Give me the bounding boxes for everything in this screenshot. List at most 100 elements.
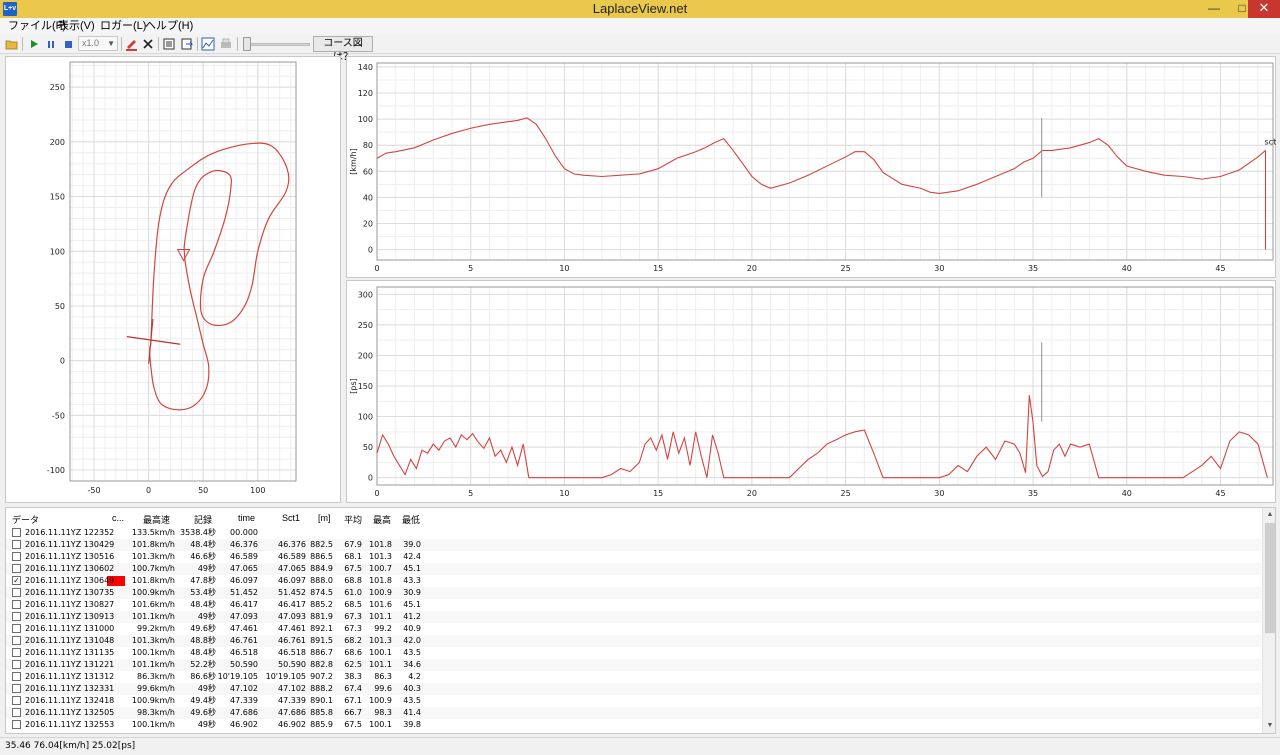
cell-meters: 888.0	[310, 576, 333, 585]
col-time[interactable]: time	[238, 513, 255, 523]
cell-min: 40.9	[403, 624, 421, 633]
row-checkbox[interactable]	[12, 588, 21, 597]
cell-avg: 67.5	[344, 564, 362, 573]
pause-icon[interactable]	[44, 37, 58, 51]
course-map-chart[interactable]: -50 0 50 100 -100 -50 0 50 100 150 200 250	[6, 57, 342, 504]
delete-icon[interactable]	[141, 37, 155, 51]
seek-slider-track[interactable]	[248, 43, 310, 46]
power-chart[interactable]: 0 5 10 15 20 25 30 35 40 45 0 50 100 150 200 250 300 [ps]	[347, 281, 1277, 504]
cell-record: 52.2秒	[190, 660, 216, 669]
table-row[interactable]: 2016.11.11YZ 132418 100.9km/h 49.4秒 47.339 4…	[6, 695, 1261, 707]
row-checkbox[interactable]: ✓	[12, 576, 21, 585]
row-checkbox[interactable]	[12, 720, 21, 729]
y-tick-label: 150	[50, 193, 65, 202]
cell-time: 47.461	[230, 624, 258, 633]
cell-avg: 67.4	[344, 684, 362, 693]
table-row[interactable]: 2016.11.11YZ 130735 100.9km/h 53.4秒 51.452 5…	[6, 587, 1261, 599]
table-row[interactable]: 2016.11.11YZ 122352 133.5km/h 3538.4秒 00.00…	[6, 527, 1261, 539]
table-row[interactable]: 2016.11.11YZ 132553 100.1km/h 49秒 46.902 46.…	[6, 719, 1261, 731]
row-checkbox[interactable]	[12, 684, 21, 693]
row-checkbox[interactable]	[12, 708, 21, 717]
x-tick-label: 0	[374, 489, 379, 498]
col-sct1[interactable]: Sct1	[282, 513, 300, 523]
course-button[interactable]: コース図は？	[313, 36, 373, 63]
course-map-panel[interactable]: -50 0 50 100 -100 -50 0 50 100 150 200 250	[5, 56, 341, 503]
cell-avg: 67.9	[344, 540, 362, 549]
power-chart-panel[interactable]: 0 5 10 15 20 25 30 35 40 45 0 50 100 150 200 250 300 [ps]	[346, 280, 1276, 503]
table-row[interactable]: 2016.11.11YZ 131135 100.1km/h 48.4秒 46.518 4…	[6, 647, 1261, 659]
y-tick-label: -50	[52, 411, 65, 420]
print-icon[interactable]	[219, 37, 233, 51]
menu-help[interactable]: ヘルプ(H)	[145, 19, 193, 33]
export-icon[interactable]	[180, 37, 194, 51]
table-row[interactable]: 2016.11.11YZ 131000 99.2km/h 49.6秒 47.461 47…	[6, 623, 1261, 635]
open-folder-icon[interactable]	[5, 37, 19, 51]
scrollbar-thumb[interactable]	[1265, 523, 1275, 633]
table-row[interactable]: 2016.11.11YZ 130602 100.7km/h 49秒 47.065 47.…	[6, 563, 1261, 575]
table-row[interactable]: 2016.11.11YZ 130913 101.1km/h 49秒 47.093 47.…	[6, 611, 1261, 623]
y-axis-label: [ps]	[349, 378, 358, 394]
menu-view[interactable]: 表示(V)	[58, 19, 95, 33]
row-checkbox[interactable]	[12, 552, 21, 561]
col-avg[interactable]: 平均	[344, 513, 362, 526]
cell-top-speed: 100.9km/h	[131, 696, 175, 705]
table-row[interactable]: 2016.11.11YZ 130827 101.6km/h 48.4秒 46.417 4…	[6, 599, 1261, 611]
cell-time: 47.065	[230, 564, 258, 573]
table-row[interactable]: 2016.11.11YZ 130516 101.3km/h 46.6秒 46.589 4…	[6, 551, 1261, 563]
play-icon[interactable]	[27, 37, 41, 51]
row-checkbox[interactable]	[12, 624, 21, 633]
table-row[interactable]: 2016.11.11YZ 131221 101.1km/h 52.2秒 50.590 5…	[6, 659, 1261, 671]
row-checkbox[interactable]	[12, 540, 21, 549]
row-checkbox[interactable]	[12, 660, 21, 669]
cell-top-speed: 101.3km/h	[131, 636, 175, 645]
scroll-up-icon[interactable]: ▲	[1263, 508, 1275, 522]
table-row[interactable]: 2016.11.11YZ 130429 101.8km/h 48.4秒 46.376 4…	[6, 539, 1261, 551]
cell-top-speed: 100.1km/h	[131, 648, 175, 657]
row-checkbox[interactable]	[12, 600, 21, 609]
col-color[interactable]: c...	[112, 513, 124, 523]
speed-select[interactable]: x1.0 ▼	[78, 36, 118, 51]
row-checkbox[interactable]	[12, 612, 21, 621]
seek-slider-thumb[interactable]	[243, 37, 251, 51]
cell-name: 2016.11.11YZ 130913	[25, 612, 115, 621]
cell-time: 50.590	[230, 660, 258, 669]
row-checkbox[interactable]	[12, 564, 21, 573]
menu-logger[interactable]: ロガー(L)	[100, 19, 146, 33]
pen-icon[interactable]	[124, 37, 138, 51]
title-bar[interactable]: L+v LaplaceView.net — □ ✕	[0, 0, 1280, 18]
table-row[interactable]: 2016.11.11YZ 132505 98.3km/h 49.6秒 47.686 47…	[6, 707, 1261, 719]
speed-chart-panel[interactable]: 0 5 10 15 20 25 30 35 40 45 0 20 40 60 80 100 120 140 [km/…	[346, 56, 1277, 279]
table-row[interactable]: 2016.11.11YZ 131048 101.3km/h 48.8秒 46.761 4…	[6, 635, 1261, 647]
col-min[interactable]: 最低	[402, 513, 420, 526]
x-tick-label: 45	[1215, 264, 1225, 273]
cell-top-speed: 100.9km/h	[131, 588, 175, 597]
table-row[interactable]: ✓ 2016.11.11YZ 130649 101.8km/h 47.8秒 46.097…	[6, 575, 1261, 587]
table-row[interactable]: 2016.11.11YZ 131312 86.3km/h 86.6秒 10'19.10…	[6, 671, 1261, 683]
speed-chart[interactable]: 0 5 10 15 20 25 30 35 40 45 0 20 40 60 80 100 120 140 [km/…	[347, 57, 1277, 279]
col-meters[interactable]: [m]	[318, 513, 331, 523]
cell-avg: 62.5	[344, 660, 362, 669]
row-checkbox[interactable]	[12, 528, 21, 537]
col-record[interactable]: 記録	[194, 513, 212, 526]
scroll-down-icon[interactable]: ▼	[1263, 719, 1275, 733]
y-tick-label: 20	[363, 219, 373, 228]
col-max[interactable]: 最高	[373, 513, 391, 526]
cell-time: 47.339	[230, 696, 258, 705]
minimize-button[interactable]: —	[1200, 0, 1228, 18]
row-checkbox[interactable]	[12, 672, 21, 681]
cell-time: 47.686	[230, 708, 258, 717]
table-row[interactable]: 2016.11.11YZ 132331 99.6km/h 49秒 47.102 47.1…	[6, 683, 1261, 695]
col-top-speed[interactable]: 最高速	[143, 513, 170, 526]
row-checkbox[interactable]	[12, 648, 21, 657]
close-button[interactable]: ✕	[1248, 0, 1280, 18]
x-tick-label: 40	[1122, 264, 1132, 273]
table-header: データ c... 最高速 記録 time Sct1 [m] 平均 最高 最低	[6, 508, 1261, 528]
row-checkbox[interactable]	[12, 636, 21, 645]
table-scrollbar[interactable]: ▲ ▼	[1262, 508, 1275, 733]
cell-name: 2016.11.11YZ 130735	[25, 588, 115, 597]
chart-icon[interactable]	[201, 37, 215, 51]
stop-icon[interactable]	[61, 37, 75, 51]
row-checkbox[interactable]	[12, 696, 21, 705]
list-icon[interactable]	[162, 37, 176, 51]
col-data[interactable]: データ	[12, 513, 39, 526]
